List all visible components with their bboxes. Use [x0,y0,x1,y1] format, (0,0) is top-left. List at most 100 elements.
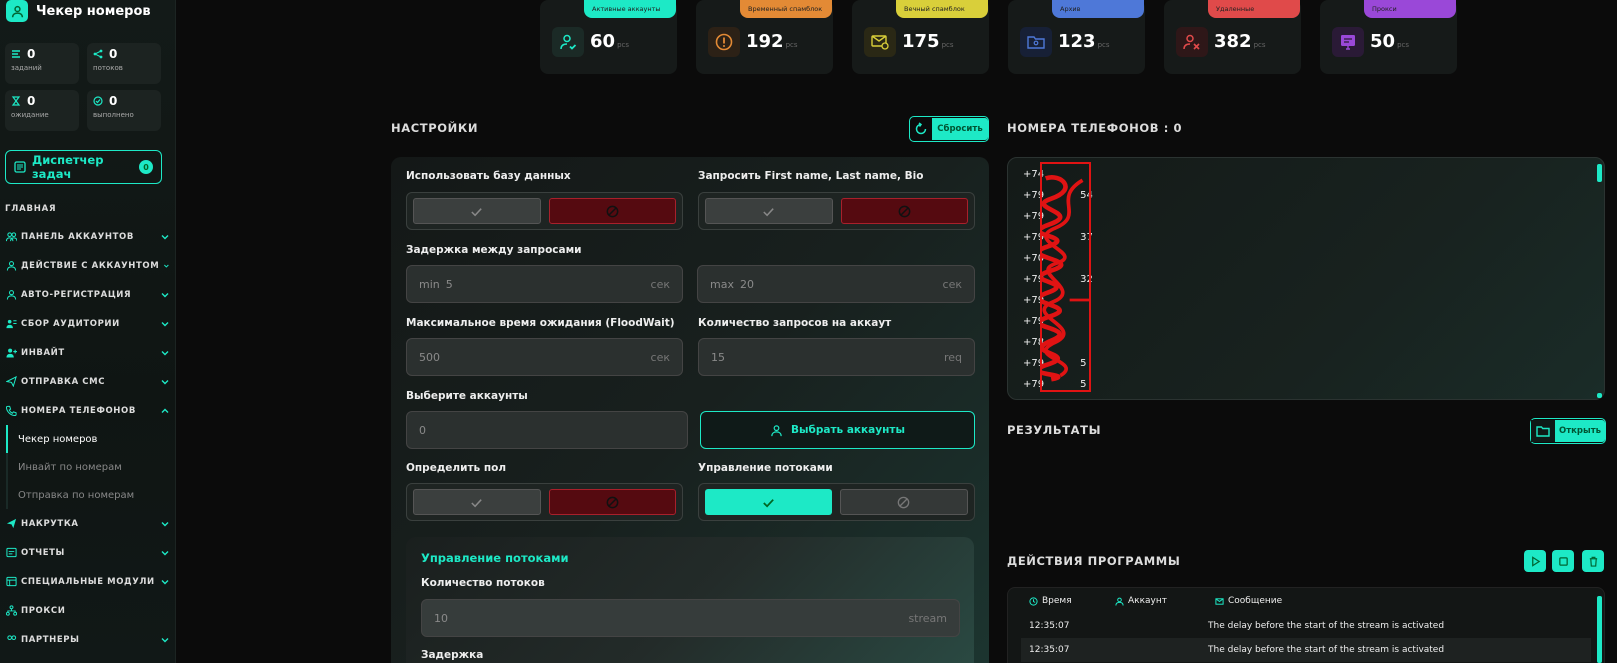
nav-auto-registration[interactable]: АВТО-РЕГИСТРАЦИЯ [0,280,175,309]
redaction-scribble [1040,162,1091,392]
input-value: 0 [419,423,426,437]
dispatcher-icon [14,161,26,173]
nav-reports[interactable]: ОТЧЕТЫ [0,538,175,567]
check-icon [471,207,482,216]
input-suffix: сек [650,277,670,291]
reset-button[interactable]: Сбросить [909,116,989,142]
stat-done: 0 выполнено [87,90,161,131]
gender-yes[interactable] [413,489,541,515]
threads-subpanel-title: Управление потоками [421,551,569,565]
threads-yes[interactable] [705,489,832,515]
nav-accounts-panel[interactable]: ПАНЕЛЬ АККАУНТОВ [0,222,175,251]
input-suffix: сек [942,277,962,291]
user-check-icon [552,27,584,57]
nav-label: ПАРТНЕРЫ [21,634,80,645]
card-temp-spamblock[interactable]: Временный спамблок 192 pcs [696,0,833,74]
open-button[interactable]: Открыть [1530,418,1606,444]
tasks-icon [12,50,20,58]
card-proxy[interactable]: Прокси 50 pcs [1320,0,1457,74]
modules-icon [6,576,17,587]
request-names-no[interactable] [840,198,968,224]
chevron-down-icon [161,379,169,384]
sub-item-number-checker[interactable]: Чекер номеров [6,425,175,453]
refresh-icon [910,118,932,140]
user-card-icon [6,319,17,329]
proxy-icon [6,605,17,616]
threads-toggle [698,483,975,521]
nav-partners[interactable]: ПАРТНЕРЫ [0,625,175,654]
delay-min-input[interactable]: min 5 сек [406,265,683,303]
accounts-input[interactable]: 0 [406,411,688,449]
user-icon [1115,597,1124,606]
user-icon [6,0,28,22]
sidebar-nav: ПАНЕЛЬ АККАУНТОВ ДЕЙСТВИЕ С АККАУНТОМ АВ… [0,222,175,654]
col-account: Аккаунт [1115,596,1167,606]
log-row: 12:35:07 The delay before the start of t… [1021,638,1591,662]
report-icon [6,547,17,558]
stat-label: заданий [11,64,42,72]
select-accounts-button[interactable]: Выбрать аккаунты [700,411,975,449]
request-names-yes[interactable] [705,198,833,224]
share-icon [93,49,103,59]
phones-scrollbar[interactable] [1597,164,1602,182]
check-icon [471,498,482,507]
log-scrollbar[interactable] [1597,596,1602,663]
stat-label: потоков [93,64,123,72]
clear-log-button[interactable] [1582,550,1604,572]
use-db-toggle [406,192,683,230]
log-message: The delay before the start of the stream… [1208,621,1445,631]
phones-textarea[interactable] [1007,157,1605,400]
folder-icon [1531,420,1555,442]
gender-no[interactable] [548,489,676,515]
delay-max-input[interactable]: max 20 сек [697,265,975,303]
requests-input[interactable]: 15 req [698,338,975,376]
stat-tasks: 0 заданий [5,43,79,84]
phones-scrollbar-end [1597,393,1602,398]
card-tag: Временный спамблок [740,0,832,18]
user-icon [771,424,782,436]
chevron-down-icon [161,550,169,555]
nav-invite[interactable]: ИНВАЙТ [0,338,175,367]
use-db-yes[interactable] [413,198,541,224]
stat-value: 0 [109,47,118,61]
nav-send-sms[interactable]: ОТПРАВКА СМС [0,367,175,396]
threads-no[interactable] [839,489,968,515]
nav-label: СБОР АУДИТОРИИ [21,318,120,329]
stop-button[interactable] [1552,550,1574,572]
sub-item-invite-by-numbers[interactable]: Инвайт по номерам [8,453,175,481]
play-button[interactable] [1524,550,1546,572]
nav-account-actions[interactable]: ДЕЙСТВИЕ С АККАУНТОМ [0,251,175,280]
user-plus-icon [6,348,17,358]
hourglass-icon [11,96,21,106]
floodwait-input[interactable]: 500 сек [406,338,683,376]
nav-audience[interactable]: СБОР АУДИТОРИИ [0,309,175,338]
request-names-toggle [698,192,975,230]
card-active-accounts[interactable]: Активные аккаунты 60 pcs [540,0,677,74]
task-dispatcher-button[interactable]: Диспетчер задач 0 [5,150,162,184]
stat-value: 0 [109,94,118,108]
card-deleted[interactable]: Удаленные 382 pcs [1164,0,1301,74]
thread-count-input[interactable]: 10 stream [421,599,960,637]
delay2-label: Задержка [421,649,484,661]
sub-item-send-by-numbers[interactable]: Отправка по номерам [8,481,175,509]
brand[interactable]: Чекер номеров [6,0,151,22]
block-icon [897,496,910,508]
nav-proxy[interactable]: ПРОКСИ [0,596,175,625]
nav-special-modules[interactable]: СПЕЦИАЛЬНЫЕ МОДУЛИ [0,567,175,596]
nav-boost[interactable]: НАКРУТКА [0,509,175,538]
gender-label: Определить пол [406,462,507,474]
card-archive[interactable]: Архив 123 pcs [1008,0,1145,74]
play-icon [1531,555,1540,567]
sidebar-stats: 0 заданий 0 потоков 0 ожидание 0 выполне… [5,43,163,131]
input-prefix: min [419,277,440,291]
settings-title: НАСТРОЙКИ [391,121,479,135]
input-value: 5 [445,277,453,291]
stat-value: 0 [27,94,36,108]
log-row: 12:35:07 The delay before the start of t… [1021,614,1591,638]
chevron-down-icon [164,264,169,268]
card-perm-spamblock[interactable]: Вечный спамблок 175 pcs [852,0,989,74]
nav-phone-numbers[interactable]: НОМЕРА ТЕЛЕФОНОВ [0,396,175,425]
nav-label: ПРОКСИ [21,605,66,616]
delay-label: Задержка между запросами [406,244,582,256]
use-db-no[interactable] [548,198,676,224]
